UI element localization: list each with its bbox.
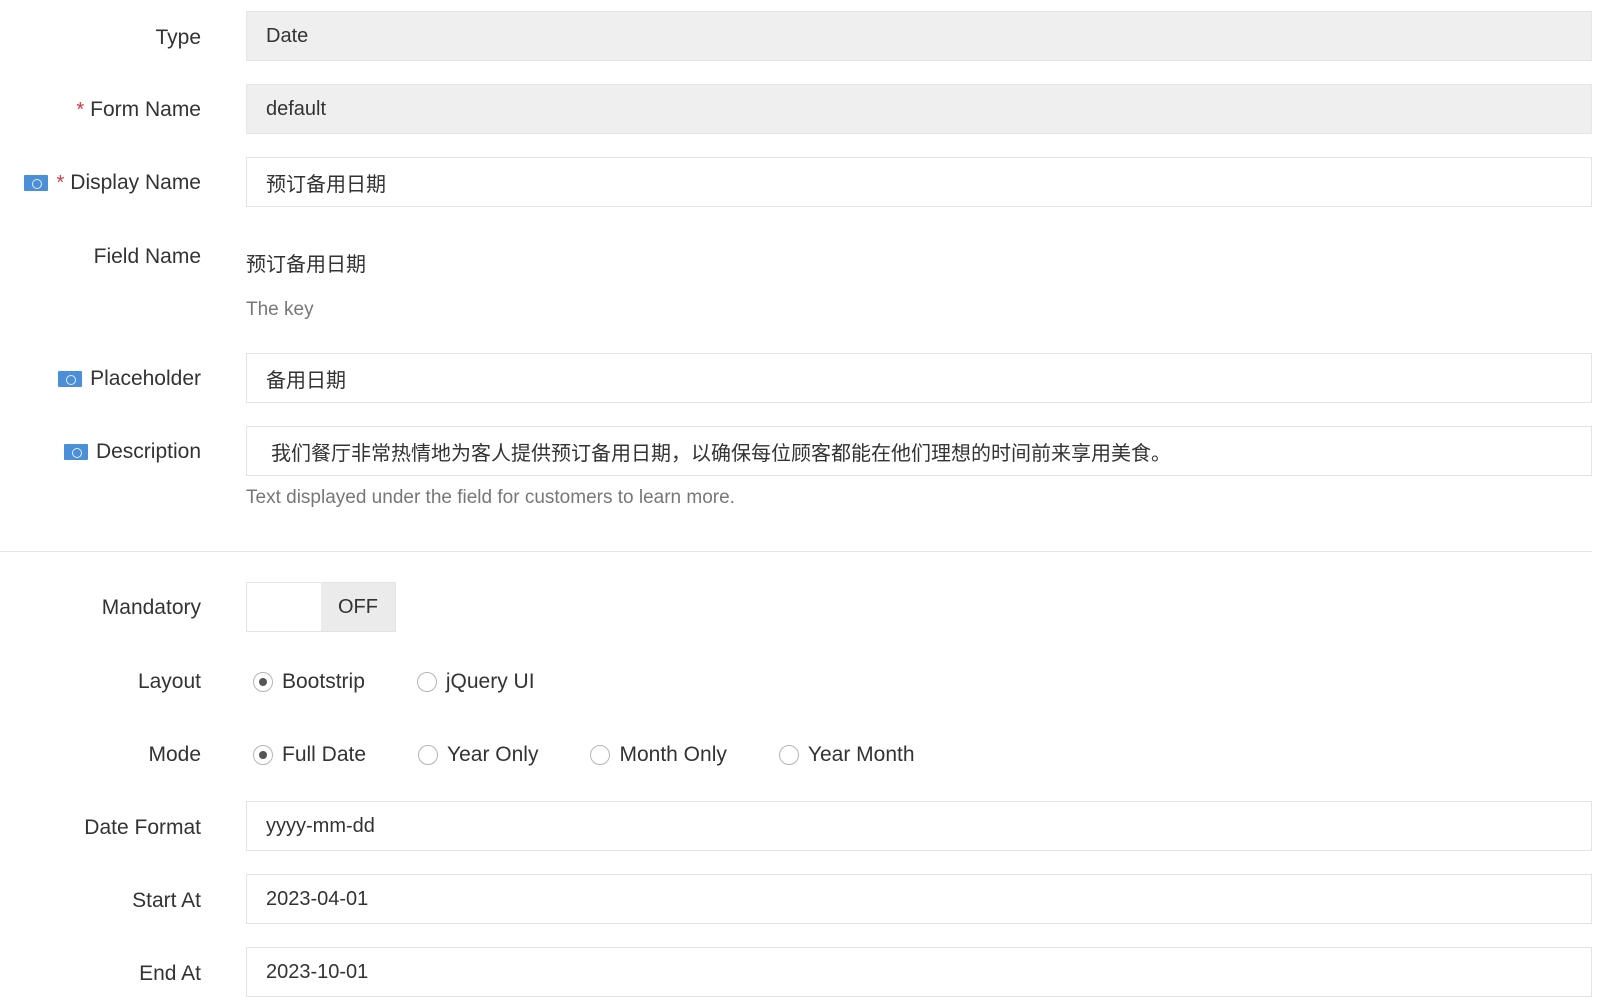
mode-option-label: Year Only <box>447 743 539 766</box>
type-field: Date <box>246 11 1592 61</box>
display-name-value: 预订备用日期 <box>266 173 386 196</box>
description-input[interactable]: 我们餐厅非常热情地为客人提供预订备用日期，以确保每位顾客都能在他们理想的时间前来… <box>246 426 1592 476</box>
required-mark: * <box>76 98 85 121</box>
layout-option-label: jQuery UI <box>445 670 535 693</box>
start-at-input[interactable]: 2023-04-01 <box>246 874 1592 924</box>
type-label-text: Type <box>155 26 201 49</box>
placeholder-label-text: Placeholder <box>90 367 201 390</box>
end-at-value: 2023-10-01 <box>266 960 369 983</box>
field-name-value: 预订备用日期 <box>246 254 366 276</box>
toggle-knob <box>247 583 321 631</box>
form-name-field: default <box>246 84 1592 134</box>
mode-option-label: Month Only <box>619 743 727 766</box>
display-name-input[interactable]: 预订备用日期 <box>246 157 1592 207</box>
mode-radio-group: Full Date Year Only Month Only Year Mont… <box>253 743 915 767</box>
radio-unselected-icon[interactable] <box>416 672 437 692</box>
radio-unselected-icon[interactable] <box>418 745 439 765</box>
description-help: Text displayed under the field for custo… <box>246 487 735 508</box>
start-at-value: 2023-04-01 <box>266 887 369 910</box>
start-at-label: Start At <box>132 889 201 913</box>
mandatory-toggle[interactable]: OFF <box>246 582 396 632</box>
layout-label: Layout <box>138 670 201 694</box>
mode-label-text: Mode <box>148 743 201 766</box>
placeholder-input[interactable]: 备用日期 <box>246 353 1592 403</box>
language-flag-icon[interactable] <box>24 175 49 191</box>
date-format-label: Date Format <box>84 816 201 840</box>
description-value: 我们餐厅非常热情地为客人提供预订备用日期，以确保每位顾客都能在他们理想的时间前来… <box>271 442 1171 465</box>
form-name-value: default <box>266 97 327 120</box>
required-mark: * <box>56 171 65 194</box>
mode-option-year-only[interactable]: Year Only <box>418 743 538 767</box>
description-label-text: Description <box>95 440 201 463</box>
start-at-label-text: Start At <box>132 889 201 912</box>
layout-label-text: Layout <box>137 670 201 693</box>
field-name-label: Field Name <box>94 245 201 269</box>
mode-option-full-date[interactable]: Full Date <box>253 743 366 767</box>
layout-option-jquery-ui[interactable]: jQuery UI <box>416 670 535 694</box>
type-label: Type <box>155 26 201 50</box>
mandatory-label: Mandatory <box>102 596 201 620</box>
display-name-label-text: Display Name <box>70 171 201 194</box>
layout-option-label: Bootstrip <box>282 670 365 693</box>
layout-radio-group: Bootstrip jQuery UI <box>253 670 535 694</box>
end-at-input[interactable]: 2023-10-01 <box>246 947 1592 997</box>
field-name-help: The key <box>246 299 314 320</box>
mode-option-label: Full Date <box>282 743 367 766</box>
mandatory-label-text: Mandatory <box>101 596 201 619</box>
language-flag-icon[interactable] <box>58 371 83 387</box>
mode-option-month-only[interactable]: Month Only <box>590 743 727 767</box>
radio-selected-icon[interactable] <box>253 745 273 765</box>
description-label: Description <box>63 440 201 464</box>
layout-option-bootstrip[interactable]: Bootstrip <box>253 670 365 694</box>
date-format-label-text: Date Format <box>84 816 201 839</box>
mode-option-year-month[interactable]: Year Month <box>778 743 915 767</box>
radio-selected-icon[interactable] <box>253 672 273 692</box>
field-name-label-text: Field Name <box>93 245 201 268</box>
toggle-state: OFF <box>321 583 395 631</box>
mode-option-label: Year Month <box>807 743 915 766</box>
placeholder-label: Placeholder <box>58 367 201 391</box>
type-value: Date <box>266 24 309 47</box>
placeholder-value: 备用日期 <box>266 369 346 392</box>
end-at-label-text: End At <box>139 962 201 985</box>
date-format-input[interactable]: yyyy-mm-dd <box>246 801 1592 851</box>
date-format-value: yyyy-mm-dd <box>266 814 375 837</box>
form-name-label-text: Form Name <box>90 98 201 121</box>
language-flag-icon[interactable] <box>63 444 88 460</box>
display-name-label: * Display Name <box>24 171 201 195</box>
mode-label: Mode <box>148 743 201 767</box>
radio-unselected-icon[interactable] <box>778 745 799 765</box>
end-at-label: End At <box>139 962 201 986</box>
section-divider <box>0 551 1592 552</box>
radio-unselected-icon[interactable] <box>590 745 611 765</box>
form-name-label: * Form Name <box>76 98 201 122</box>
